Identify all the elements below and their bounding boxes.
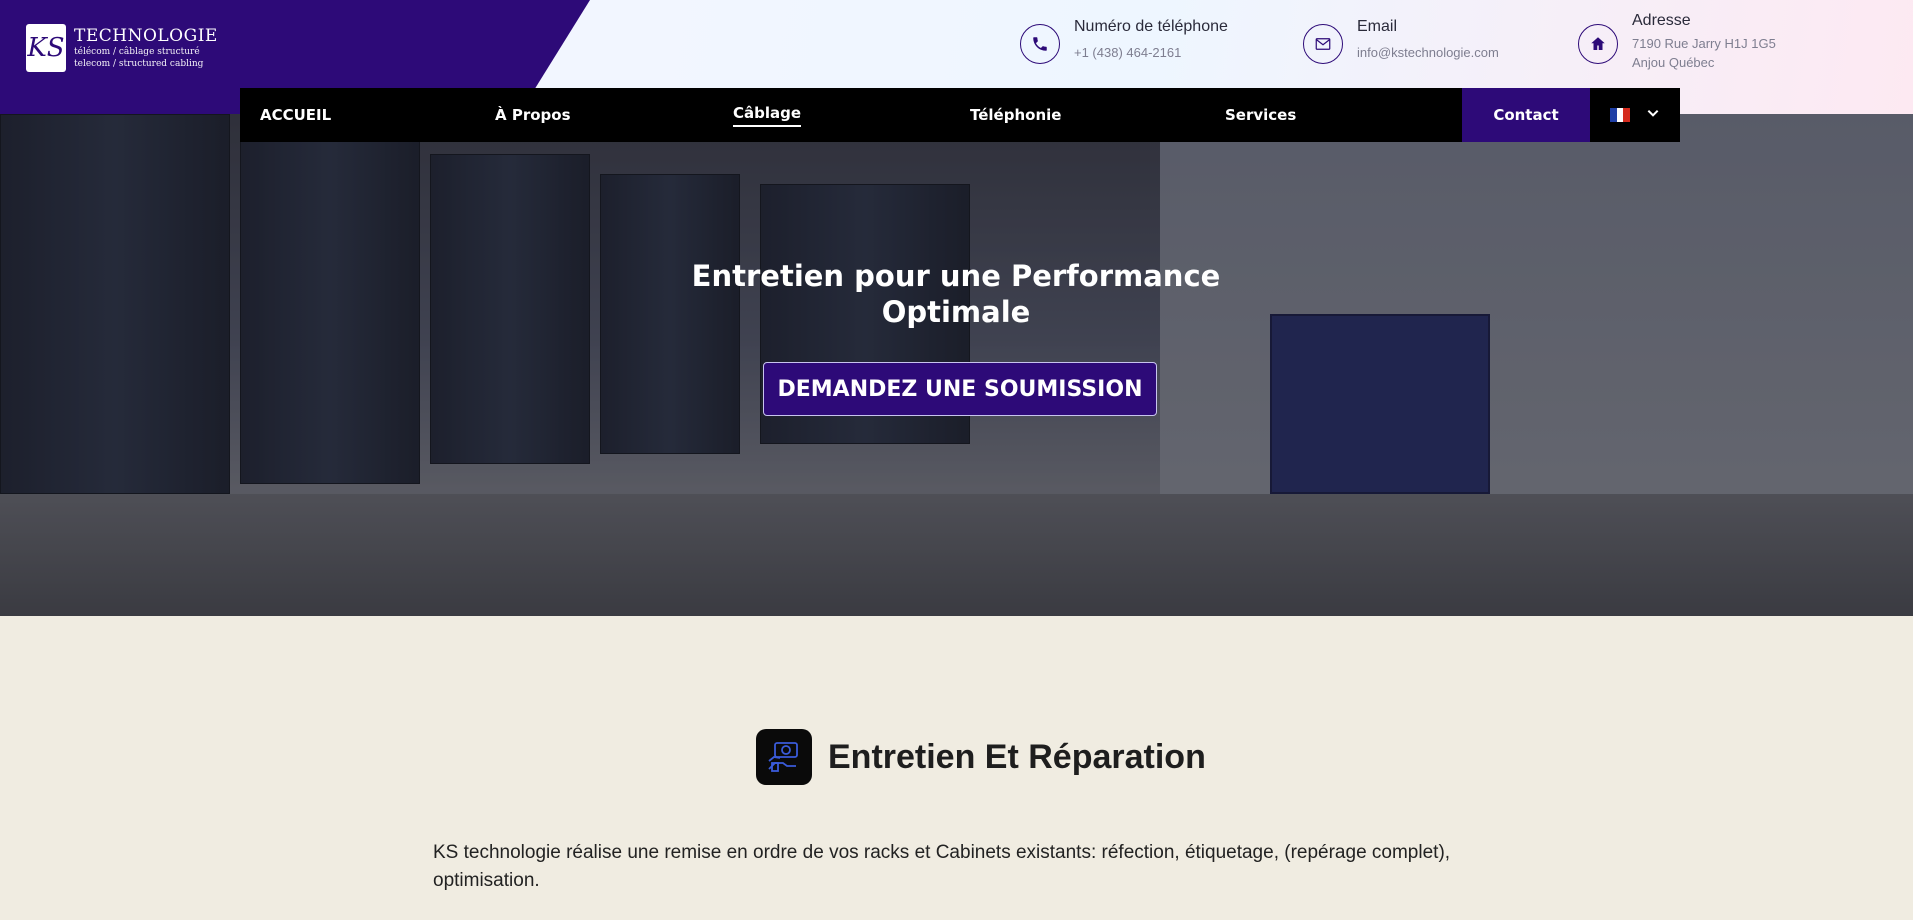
french-flag-icon <box>1610 108 1631 122</box>
section-header: Entretien Et Réparation <box>756 729 1206 785</box>
contact-phone-label: Numéro de téléphone <box>1074 18 1228 35</box>
main-nav: ACCUEIL À Propos Câblage Téléphonie Serv… <box>240 88 1680 142</box>
mail-icon <box>1303 24 1343 64</box>
hero-title: Entretien pour une Performance Optimale <box>656 258 1256 330</box>
logo-text: TECHNOLOGIE télécom / câblage structuré … <box>74 26 218 70</box>
maintenance-icon <box>756 729 812 785</box>
nav-item-a-propos[interactable]: À Propos <box>495 88 571 142</box>
nav-item-telephonie[interactable]: Téléphonie <box>970 88 1061 142</box>
contact-phone-value[interactable]: +1 (438) 464-2161 <box>1074 43 1228 62</box>
section-paragraph: KS technologie réalise une remise en ord… <box>433 842 1451 891</box>
site-logo[interactable]: KS TECHNOLOGIE télécom / câblage structu… <box>26 24 218 72</box>
logo-mark: KS <box>26 24 66 72</box>
contact-address[interactable]: Adresse 7190 Rue Jarry H1J 1G5 Anjou Qué… <box>1578 12 1776 72</box>
home-icon <box>1578 24 1618 64</box>
logo-subtitle-1: télécom / câblage structuré <box>74 47 200 57</box>
nav-item-label: Câblage <box>733 104 802 127</box>
contact-address-line2: Anjou Québec <box>1632 55 1715 70</box>
phone-icon <box>1020 24 1060 64</box>
contact-email-label: Email <box>1357 18 1398 35</box>
section-title: Entretien Et Réparation <box>828 737 1206 776</box>
language-selector[interactable] <box>1590 88 1680 142</box>
contact-address-line1: 7190 Rue Jarry H1J 1G5 <box>1632 36 1776 51</box>
nav-contact-button[interactable]: Contact <box>1462 88 1590 142</box>
logo-subtitle-2: telecom / structured cabling <box>74 59 204 69</box>
brand-block-lower <box>0 88 241 114</box>
contact-email[interactable]: Email info@kstechnologie.com <box>1303 18 1499 64</box>
request-quote-button[interactable]: DEMANDEZ UNE SOUMISSION <box>763 362 1157 416</box>
nav-item-cablage[interactable]: Câblage <box>733 88 802 142</box>
nav-item-label: Services <box>1225 106 1297 124</box>
nav-item-label: Téléphonie <box>970 106 1062 124</box>
hero-section: Entretien pour une Performance Optimale … <box>0 114 1913 616</box>
chevron-down-icon <box>1646 106 1660 124</box>
hero-title-line2: Optimale <box>881 295 1031 329</box>
nav-item-services[interactable]: Services <box>1225 88 1296 142</box>
nav-item-accueil[interactable]: ACCUEIL <box>260 88 331 142</box>
nav-item-label: ACCUEIL <box>260 106 332 124</box>
contact-email-value[interactable]: info@kstechnologie.com <box>1357 43 1499 62</box>
nav-item-label: À Propos <box>495 106 571 124</box>
logo-title: TECHNOLOGIE <box>74 26 218 46</box>
hero-title-line1: Entretien pour une Performance <box>691 259 1221 293</box>
contact-address-label: Adresse <box>1632 12 1691 29</box>
contact-phone[interactable]: Numéro de téléphone +1 (438) 464-2161 <box>1020 18 1228 64</box>
